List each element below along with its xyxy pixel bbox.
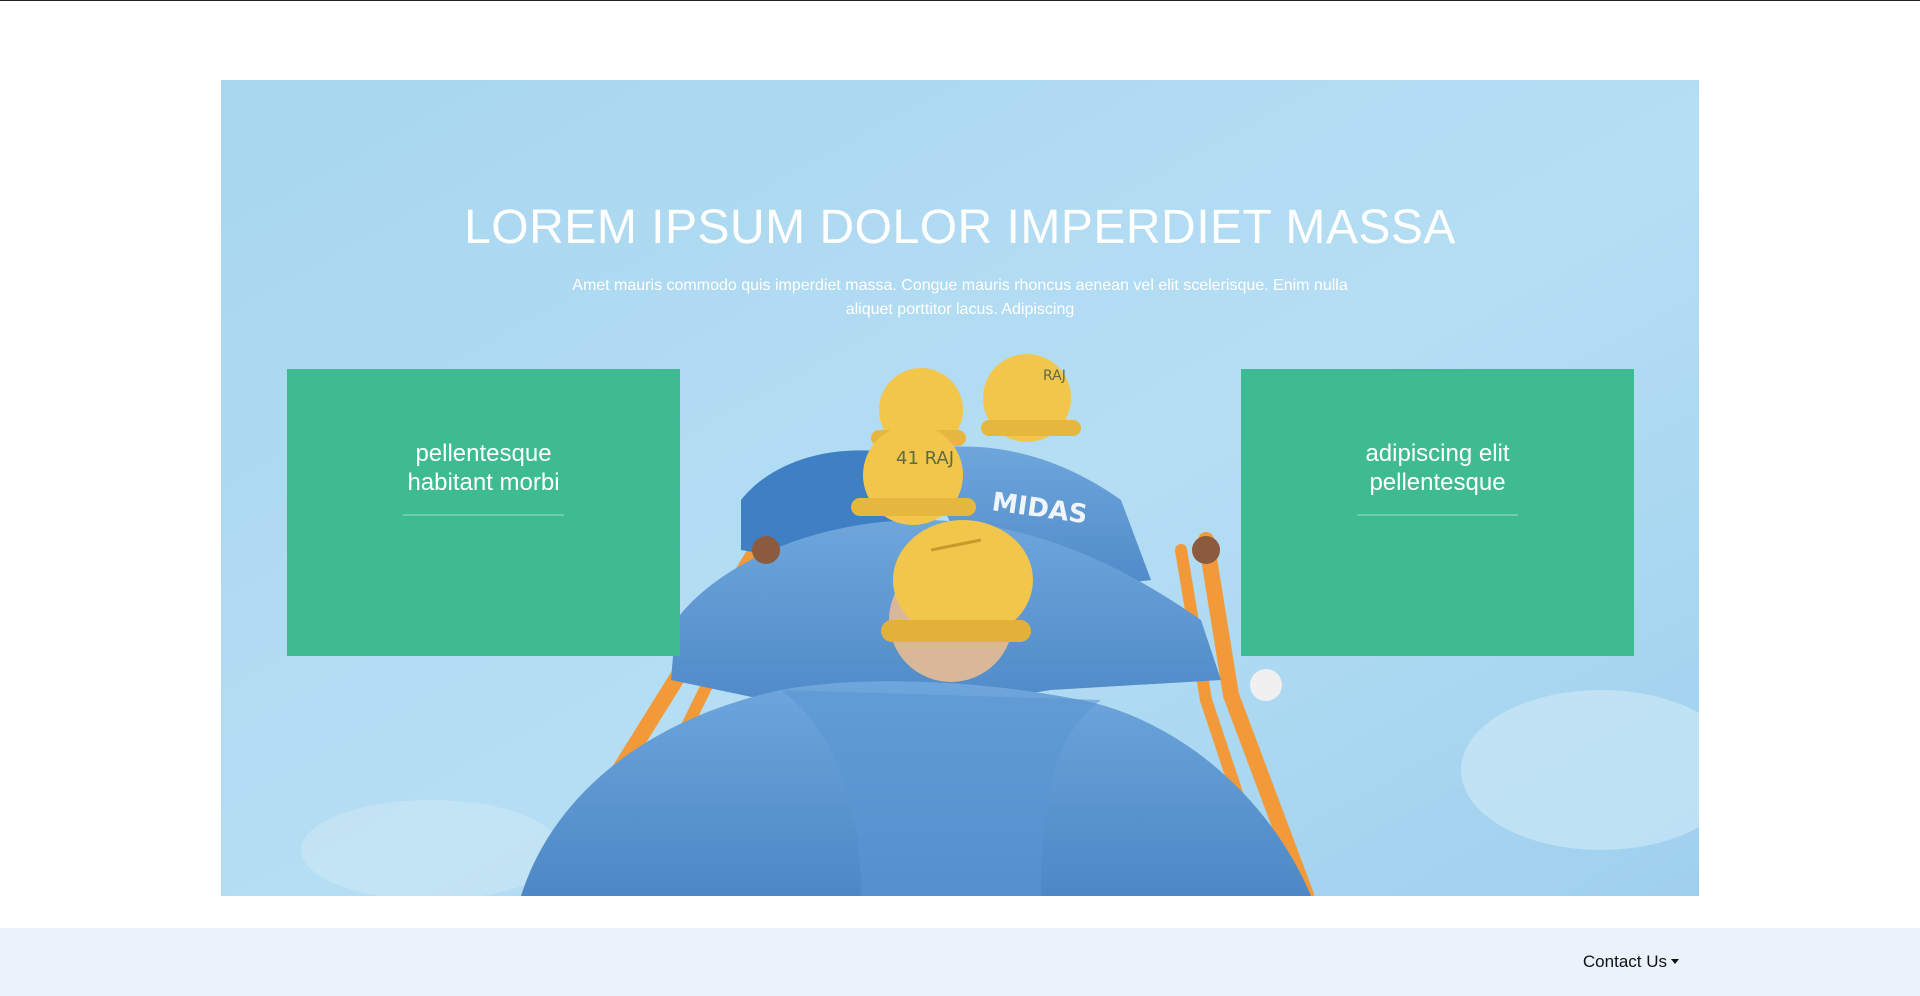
caret-down-icon: [1671, 959, 1679, 964]
feature-card-title: pellentesque habitant morbi: [407, 440, 560, 496]
card-divider: [1357, 514, 1518, 516]
footer-nav-bar: Contact Us: [0, 928, 1920, 996]
feature-card-title: adipiscing elit pellentesque: [1365, 440, 1510, 496]
card-divider: [403, 514, 564, 516]
hero-banner: MIDAS 41 RAJ RAJ LOREM IPSUM DOLOR IMPER…: [221, 80, 1699, 896]
helmet-label: 41 RAJ: [896, 448, 954, 469]
hero-subtitle: Amet mauris commodo quis imperdiet massa…: [572, 277, 1348, 318]
contact-us-label: Contact Us: [1582, 952, 1667, 971]
feature-card-left[interactable]: pellentesque habitant morbi: [287, 369, 680, 656]
hero-title: LOREM IPSUM DOLOR IMPERDIET MASSA: [464, 201, 1456, 254]
feature-card-right[interactable]: adipiscing elit pellentesque: [1241, 369, 1634, 656]
helmet-label: RAJ: [1043, 368, 1066, 384]
top-border: [0, 0, 1920, 1]
contact-us-dropdown[interactable]: Contact Us: [1583, 952, 1679, 972]
